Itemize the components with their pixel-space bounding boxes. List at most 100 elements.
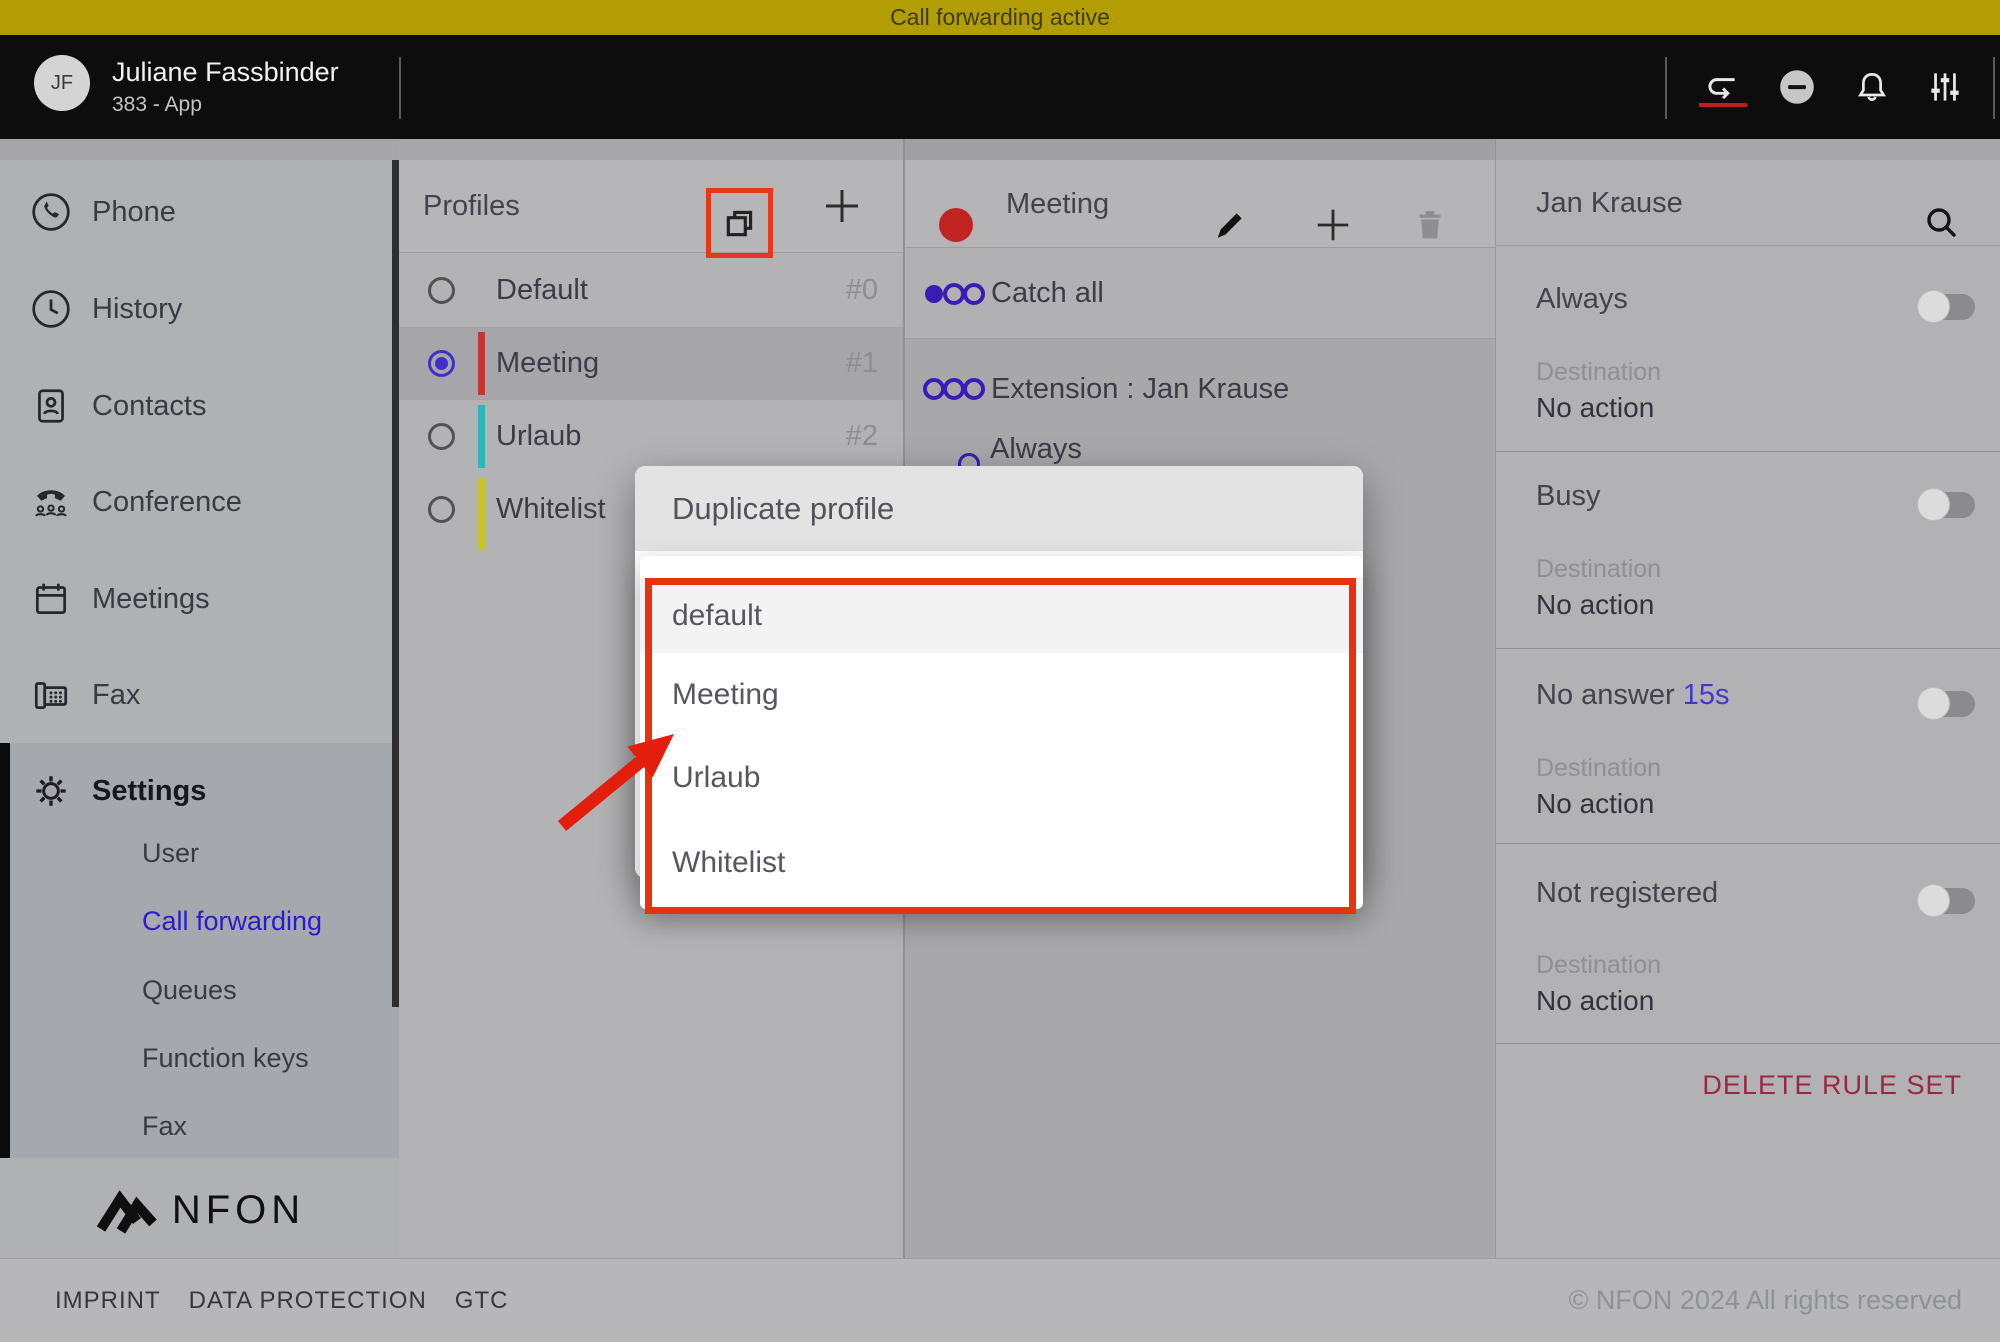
sidebar-item-history[interactable]: History — [0, 277, 399, 341]
toggle-always[interactable] — [1917, 290, 1975, 324]
sidebar-item-phone[interactable]: Phone — [0, 180, 399, 244]
catch-all-icon — [923, 281, 987, 307]
add-profile-button[interactable] — [820, 184, 864, 228]
detail-title: Jan Krause — [1536, 160, 1683, 246]
phone-icon — [30, 191, 72, 233]
divider — [1496, 451, 2000, 452]
imprint-link[interactable]: IMPRINT — [55, 1287, 161, 1315]
destination-label: Destination — [1536, 951, 1661, 980]
status-banner-text: Call forwarding active — [890, 4, 1110, 31]
duplicate-icon[interactable] — [722, 205, 758, 241]
divider — [1993, 57, 1995, 119]
destination-value[interactable]: No action — [1536, 788, 1654, 820]
subnav-label: Function keys — [142, 1043, 309, 1074]
timeout-value[interactable]: 15s — [1683, 679, 1730, 711]
destination-value[interactable]: No action — [1536, 392, 1654, 424]
delete-rule-set-button[interactable]: DELETE RULE SET — [1702, 1070, 1962, 1101]
sidebar-item-fax-settings[interactable]: Fax — [142, 1106, 392, 1146]
sidebar-item-call-forwarding[interactable]: Call forwarding — [142, 901, 392, 941]
do-not-disturb-icon[interactable] — [1774, 64, 1820, 110]
rule-label: Extension : Jan Krause — [991, 339, 1289, 439]
divider — [1665, 57, 1667, 119]
radio-checked-icon[interactable] — [428, 350, 455, 377]
profile-label: Meeting — [496, 327, 599, 400]
clock-icon — [30, 288, 72, 330]
radio-unchecked-icon[interactable] — [428, 277, 455, 304]
sidebar-item-contacts[interactable]: Contacts — [0, 374, 399, 438]
profile-number: #2 — [846, 400, 878, 473]
app-header: JF Juliane Fassbinder 383 - App — [0, 35, 2000, 139]
sidebar-item-meetings[interactable]: Meetings — [0, 567, 399, 631]
sidebar-item-label: Phone — [92, 196, 176, 229]
status-banner: Call forwarding active — [0, 0, 2000, 35]
destination-value[interactable]: No action — [1536, 985, 1654, 1017]
add-rule-button[interactable] — [1312, 204, 1354, 246]
pencil-icon[interactable] — [1210, 205, 1250, 245]
app-window: Call forwarding active JF Juliane Fassbi… — [0, 0, 2000, 1342]
toggle-knob — [1917, 290, 1950, 323]
sidebar-item-user[interactable]: User — [142, 833, 392, 873]
sidebar-item-conference[interactable]: Conference — [0, 470, 399, 534]
sidebar-scrollbar[interactable] — [392, 160, 399, 1007]
section-label: Busy — [1536, 480, 1600, 513]
profile-color-dot — [939, 208, 973, 242]
profile-row-urlaub[interactable]: Urlaub #2 — [399, 400, 903, 473]
sidebar: Phone History Contacts — [0, 139, 399, 1258]
gtc-link[interactable]: GTC — [455, 1287, 509, 1315]
sidebar-item-fax[interactable]: Fax — [0, 663, 399, 727]
nfon-logo: NFON — [0, 1170, 399, 1250]
dialog-header: Duplicate profile — [635, 466, 1363, 551]
sidebar-item-label: Conference — [92, 486, 242, 519]
subnav-label: Fax — [142, 1111, 187, 1142]
data-protection-link[interactable]: DATA PROTECTION — [189, 1287, 427, 1315]
extension-icon — [923, 376, 987, 402]
divider — [1496, 1043, 2000, 1044]
destination-label: Destination — [1536, 358, 1661, 387]
profiles-title: Profiles — [423, 160, 520, 253]
profile-color-bar — [478, 478, 485, 550]
destination-value[interactable]: No action — [1536, 589, 1654, 621]
conference-icon — [30, 481, 72, 523]
annotation-arrow — [550, 705, 710, 840]
rules-header: Meeting — [905, 160, 1495, 248]
contact-card-icon — [30, 385, 72, 427]
toggle-knob — [1917, 687, 1950, 720]
dialog-title: Duplicate profile — [672, 466, 894, 551]
annotation-highlight-box — [706, 188, 773, 258]
fax-icon — [30, 674, 72, 716]
sliders-icon[interactable] — [1922, 64, 1968, 110]
profile-label: Urlaub — [496, 400, 581, 473]
profile-label: Whitelist — [496, 473, 606, 546]
detail-panel: Jan Krause Always Destination No action … — [1495, 139, 2000, 1258]
annotation-rectangle — [645, 578, 1356, 914]
avatar-initials: JF — [51, 72, 73, 95]
toggle-not-registered[interactable] — [1917, 884, 1975, 918]
avatar[interactable]: JF — [34, 55, 90, 111]
user-name: Juliane Fassbinder — [112, 57, 339, 88]
toggle-knob — [1917, 488, 1950, 521]
footer: IMPRINT DATA PROTECTION GTC © NFON 2024 … — [0, 1258, 2000, 1342]
profile-row-default[interactable]: Default #0 — [399, 254, 903, 327]
radio-unchecked-icon[interactable] — [428, 423, 455, 450]
search-icon[interactable] — [1922, 203, 1962, 243]
profile-label: Default — [496, 254, 588, 327]
profile-row-meeting[interactable]: Meeting #1 — [399, 327, 903, 400]
toggle-busy[interactable] — [1917, 488, 1975, 522]
subnav-label: Call forwarding — [142, 906, 322, 937]
calendar-icon — [30, 578, 72, 620]
sidebar-item-settings[interactable]: Settings — [0, 761, 399, 821]
destination-label: Destination — [1536, 555, 1661, 584]
rule-row-catch-all[interactable]: Catch all — [905, 248, 1495, 339]
divider — [1496, 843, 2000, 844]
trash-icon[interactable] — [1410, 205, 1450, 245]
profile-number: #0 — [846, 254, 878, 327]
sidebar-item-label: History — [92, 293, 182, 326]
radio-unchecked-icon[interactable] — [428, 496, 455, 523]
section-label: No answer 15s — [1536, 679, 1729, 712]
sidebar-item-queues[interactable]: Queues — [142, 970, 392, 1010]
toggle-no-answer[interactable] — [1917, 687, 1975, 721]
section-label: Not registered — [1536, 877, 1718, 910]
sidebar-item-function-keys[interactable]: Function keys — [142, 1038, 392, 1078]
bell-icon[interactable] — [1849, 64, 1895, 110]
rule-condition-label: Always — [990, 433, 1082, 466]
